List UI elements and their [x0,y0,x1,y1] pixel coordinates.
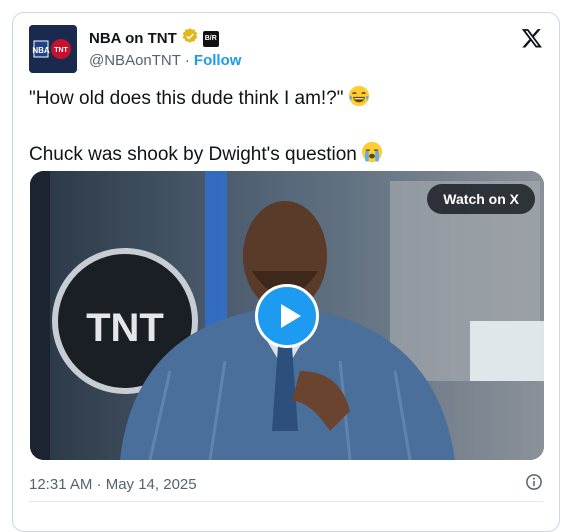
follow-button[interactable]: Follow [194,51,242,71]
affiliate-badge[interactable]: B/R [202,31,219,47]
tears-of-joy-emoji-icon [348,85,370,115]
tweet-text: "How old does this dude think I am!?" Ch… [29,85,539,171]
verified-gold-icon [181,27,199,51]
account-handle[interactable]: @NBAonTNT [89,51,181,71]
watch-on-x-button[interactable]: Watch on X [427,184,535,214]
separator-dot: · [184,52,190,69]
account-name-row: NBA on TNT B/R [89,27,219,51]
tweet-card: NBA TNT NBA on TNT B/R @NBAonTNT · Follo… [12,12,560,532]
tweet-line-2: Chuck was shook by Dwight's question [29,141,539,171]
svg-text:NBA: NBA [32,46,50,55]
handle-row: @NBAonTNT · Follow [89,51,241,71]
tweet-footer: 12:31 AM · May 14, 2025 [29,473,543,495]
play-icon[interactable] [255,284,319,348]
svg-text:TNT: TNT [54,47,68,54]
tweet-line-1: "How old does this dude think I am!?" [29,85,539,115]
tnt-background-logo: TNT [86,306,164,350]
account-name[interactable]: NBA on TNT [89,29,177,49]
avatar[interactable]: NBA TNT [29,25,77,73]
video-thumbnail[interactable]: TNT Watch on X [30,171,544,460]
loudly-crying-emoji-icon [361,141,383,171]
footer-divider [29,501,543,502]
x-logo-icon[interactable] [521,27,543,54]
info-icon[interactable] [525,473,543,495]
timestamp[interactable]: 12:31 AM · May 14, 2025 [29,476,197,493]
